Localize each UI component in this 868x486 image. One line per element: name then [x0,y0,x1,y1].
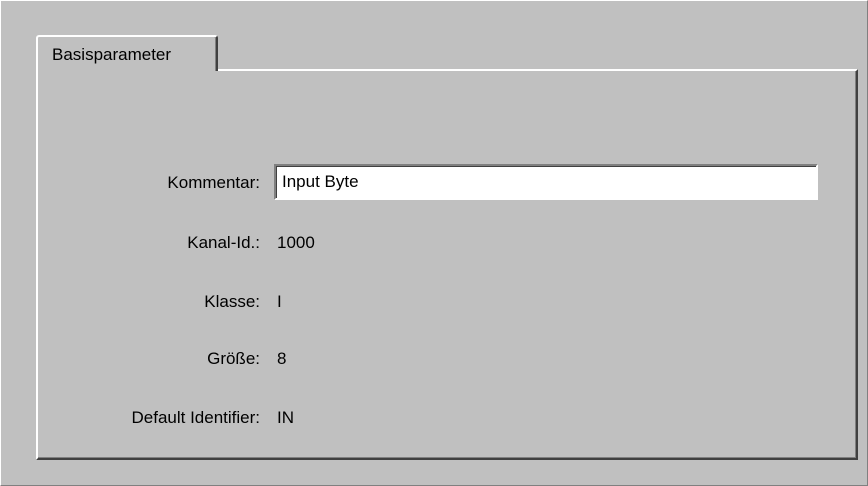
tab-basisparameter-label: Basisparameter [52,45,172,64]
tab-basisparameter[interactable]: Basisparameter [36,35,218,71]
groesse-value: 8 [277,349,287,368]
default-identifier-label: Default Identifier: [131,408,260,427]
default-identifier-value: IN [277,408,294,427]
kanal-id-label: Kanal-Id.: [187,233,260,252]
kommentar-label: Kommentar: [167,173,260,192]
groesse-label: Größe: [207,349,260,368]
klasse-value: I [277,292,282,311]
kommentar-input[interactable] [274,164,818,200]
tab-panel [36,69,858,460]
kanal-id-value: 1000 [277,233,315,252]
klasse-label: Klasse: [204,292,260,311]
